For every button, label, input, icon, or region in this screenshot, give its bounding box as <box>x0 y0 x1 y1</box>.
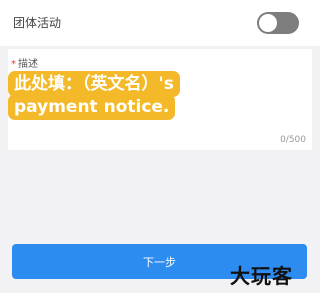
group-activity-toggle[interactable] <box>257 12 299 34</box>
description-card: * 描述 此处填：（英文名）'s payment notice. 0/500 <box>8 49 312 150</box>
toggle-knob <box>259 14 277 32</box>
watermark-logo: 大玩客 <box>230 264 293 288</box>
description-label-text: 描述 <box>18 59 38 70</box>
required-mark: * <box>11 59 16 70</box>
group-activity-row: 团体活动 <box>0 0 320 46</box>
description-label: * 描述 <box>11 55 38 70</box>
character-counter: 0/500 <box>280 135 306 145</box>
description-text: 此处填：（英文名）'s payment notice. <box>8 71 180 120</box>
description-textarea[interactable]: 此处填：（英文名）'s payment notice. <box>8 71 238 133</box>
group-activity-label: 团体活动 <box>13 16 62 30</box>
